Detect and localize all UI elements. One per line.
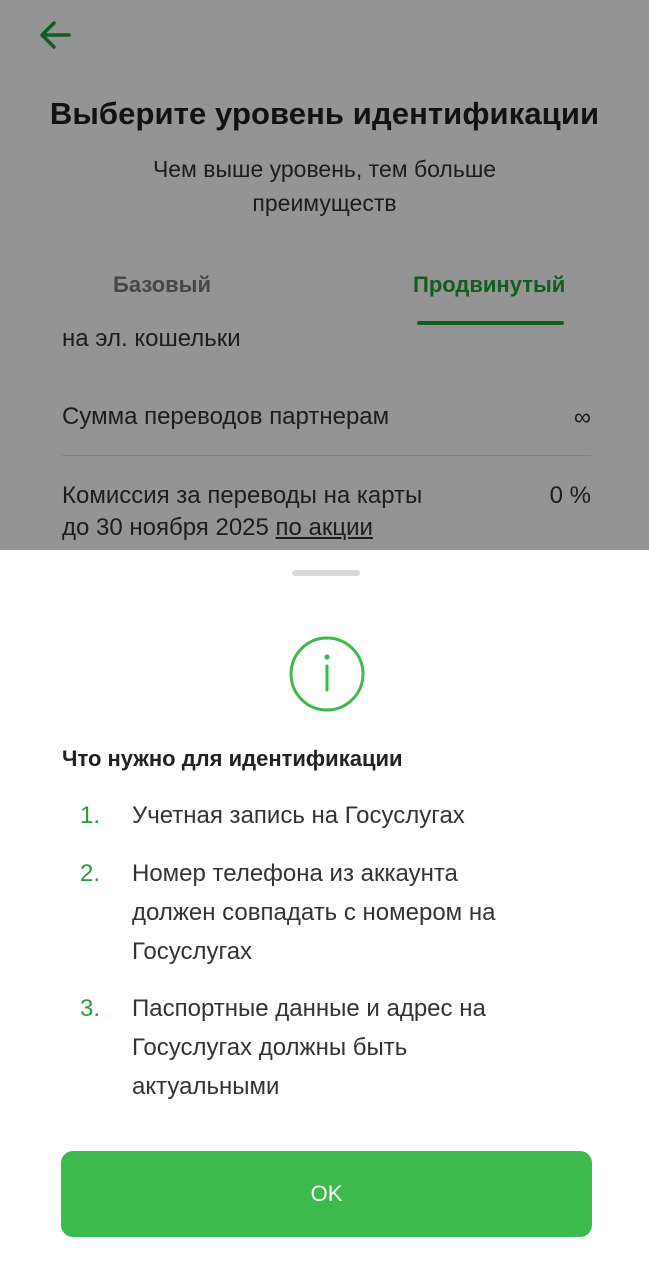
ok-button[interactable]: OK (61, 1151, 592, 1237)
step-text: Паспортные данные и адрес на Госуслугах … (132, 995, 486, 1100)
step-number: 3. (80, 995, 101, 1022)
requirements-heading: Что нужно для идентификации (62, 746, 403, 771)
sheet-drag-handle[interactable] (292, 570, 360, 576)
step-number: 2. (80, 860, 101, 887)
modal-overlay[interactable] (0, 0, 649, 550)
step-text: Учетная запись на Госуслугах (132, 802, 465, 829)
identification-level-screen: Выберите уровень идентификации Чем выше … (0, 0, 649, 1280)
bottom-sheet: Что нужно для идентификации 1. Учетная з… (0, 550, 649, 1280)
info-icon (289, 636, 365, 712)
step-text: Номер телефона из аккаунта должен совпад… (132, 860, 496, 965)
step-number: 1. (80, 802, 101, 829)
